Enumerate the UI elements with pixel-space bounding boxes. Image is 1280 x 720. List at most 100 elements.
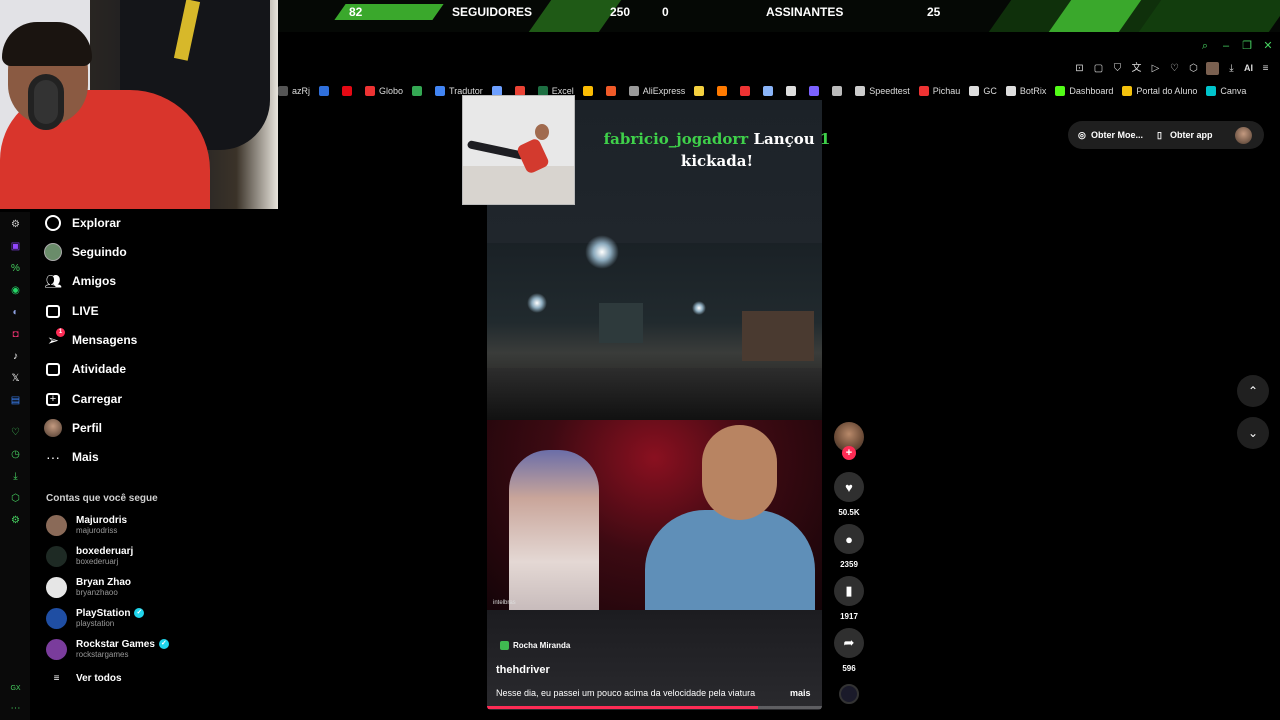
twitch-icon[interactable]: ▣ [9,240,22,253]
bookmark-item[interactable]: AliExpress [628,86,685,96]
profile-icon[interactable] [1206,62,1219,75]
video-progress-fill [487,706,759,709]
bookmark-item[interactable] [809,86,823,96]
bookmark-item[interactable] [342,86,356,96]
ai-button[interactable]: AI [1244,62,1253,75]
get-coins-label: Obter Moe... [1091,130,1144,140]
botrix-icon [1005,86,1016,96]
follow-button[interactable]: + [842,446,856,460]
bookmark-item[interactable] [763,86,777,96]
alert-count: 1 [819,130,831,148]
nav-following[interactable]: Seguindo [44,241,127,263]
search-icon[interactable]: ⌕ [1199,40,1211,52]
bookmark-item[interactable] [740,86,754,96]
get-coins-button[interactable]: ◎ Obter Moe... [1078,130,1143,140]
bookmark-item[interactable]: GC [969,86,997,96]
bookmark-item[interactable]: BotRix [1005,86,1046,96]
menu-icon[interactable]: ≡ [1259,62,1272,75]
nav-messages[interactable]: ➢ 1 Mensagens [44,328,137,351]
video-author-handle[interactable]: thehdriver [496,664,550,676]
hexagon-icon[interactable]: ⬡ [9,492,22,505]
download-icon[interactable]: ⤓ [1225,62,1238,75]
bookmark-item[interactable]: Dashboard [1055,86,1113,96]
see-all-button[interactable]: ≡ Ver todos [46,673,122,684]
list-icon: ≡ [53,673,60,684]
following-account[interactable]: PlayStation ✓ playstation [46,606,145,630]
comment-icon: ● [845,531,853,547]
bookmark-item[interactable] [694,86,708,96]
bookmark-item[interactable] [786,86,800,96]
whatsapp-icon[interactable]: ◉ [9,284,22,297]
bookmark-item[interactable] [832,86,846,96]
following-section-title: Contas que você segue [46,493,158,504]
pin-icon[interactable]: ⊡ [1073,62,1086,75]
nav-more[interactable]: ··· Mais [44,446,99,468]
like-button[interactable]: ♥ [834,472,864,502]
bookmark-item[interactable] [605,86,620,96]
puzzle-icon[interactable]: ⬡ [1187,62,1200,75]
nav-label: Amigos [72,274,117,288]
translate-icon[interactable]: 文 [1130,62,1143,75]
bookmark-item[interactable]: Pichau [918,86,960,96]
nav-profile[interactable]: Perfil [44,417,102,439]
translate-icon [435,86,446,96]
bookmark-item[interactable]: Canva [1206,86,1246,96]
settings-icon[interactable]: ⚙ [9,514,22,527]
download-icon[interactable]: ⤓ [9,470,22,483]
picture-in-picture [462,95,575,205]
comment-button[interactable]: ● [834,524,864,554]
account-handle: bryanzhaoo [76,587,118,597]
previous-video-button[interactable]: ⌃ [1237,375,1269,407]
bookmark-item[interactable]: azRj [278,86,310,96]
caption-more-button[interactable]: mais [790,688,811,698]
screenshot-icon[interactable]: ▢ [1092,62,1105,75]
following-account[interactable]: Rockstar Games ✓ rockstargames [46,637,169,661]
instagram-icon[interactable]: ◘ [9,328,22,341]
extensions-bar: ⊡ ▢ ⛉ 文 ▷ ♡ ⬡ ⤓ AI ≡ [1073,62,1272,75]
bookmark-item[interactable]: Globo [365,86,403,96]
music-disc-icon[interactable] [839,684,859,704]
globo-icon [365,86,376,96]
bookmark-item[interactable] [319,86,333,96]
bookmark-item[interactable]: Portal do Aluno [1122,86,1197,96]
nav-explore[interactable]: Explorar [44,212,121,234]
nav-upload[interactable]: + Carregar [44,388,122,410]
following-account[interactable]: Majurodris majurodriss [46,513,127,537]
chatgpt-icon[interactable]: ⚙ [9,218,22,231]
following-account[interactable]: boxederuarj boxederuarj [46,544,133,568]
next-video-button[interactable]: ⌄ [1237,417,1269,449]
share-button[interactable]: ➦ [834,628,864,658]
history-icon[interactable]: ◷ [9,448,22,461]
discord-icon[interactable]: ◐ [9,306,22,319]
more-icon[interactable]: ⋯ [9,702,22,715]
gx-icon[interactable]: GX [9,682,22,695]
heart-icon[interactable]: ♡ [9,426,22,439]
nav-activity[interactable]: Atividade [44,358,126,380]
play-icon[interactable]: ▷ [1149,62,1162,75]
friends-icon: 👥︎ [44,272,62,289]
maximize-icon[interactable]: ❐ [1241,40,1253,52]
x-icon[interactable]: 𝕏 [9,372,22,385]
building [599,303,643,343]
app-icon[interactable]: ▤ [9,394,22,407]
chatgpt-icon [786,86,797,96]
following-account[interactable]: Bryan Zhao bryanzhaoo [46,575,131,599]
bookmark-item[interactable]: Speedtest [855,86,910,96]
bookmark-item[interactable] [717,86,731,96]
user-avatar[interactable] [1235,127,1252,144]
minimize-icon[interactable]: – [1220,40,1232,52]
bookmark-item[interactable] [582,86,597,96]
shield-icon[interactable]: ⛉ [1111,62,1124,75]
close-icon[interactable]: ✕ [1262,40,1274,52]
creator-tag[interactable]: Rocha Miranda [500,641,570,650]
nav-friends[interactable]: 👥︎ Amigos [44,270,116,292]
percent-icon[interactable]: % [9,262,22,275]
video-progress-bar[interactable] [487,706,822,709]
save-button[interactable]: ▮ [834,576,864,606]
tiktok-icon[interactable]: ♪ [9,350,22,363]
heart-icon[interactable]: ♡ [1168,62,1181,75]
subs-count-left: 0 [662,5,669,19]
get-app-button[interactable]: ▯ Obter app [1157,130,1213,140]
nav-live[interactable]: LIVE [44,300,99,322]
bookmark-item[interactable] [412,86,426,96]
